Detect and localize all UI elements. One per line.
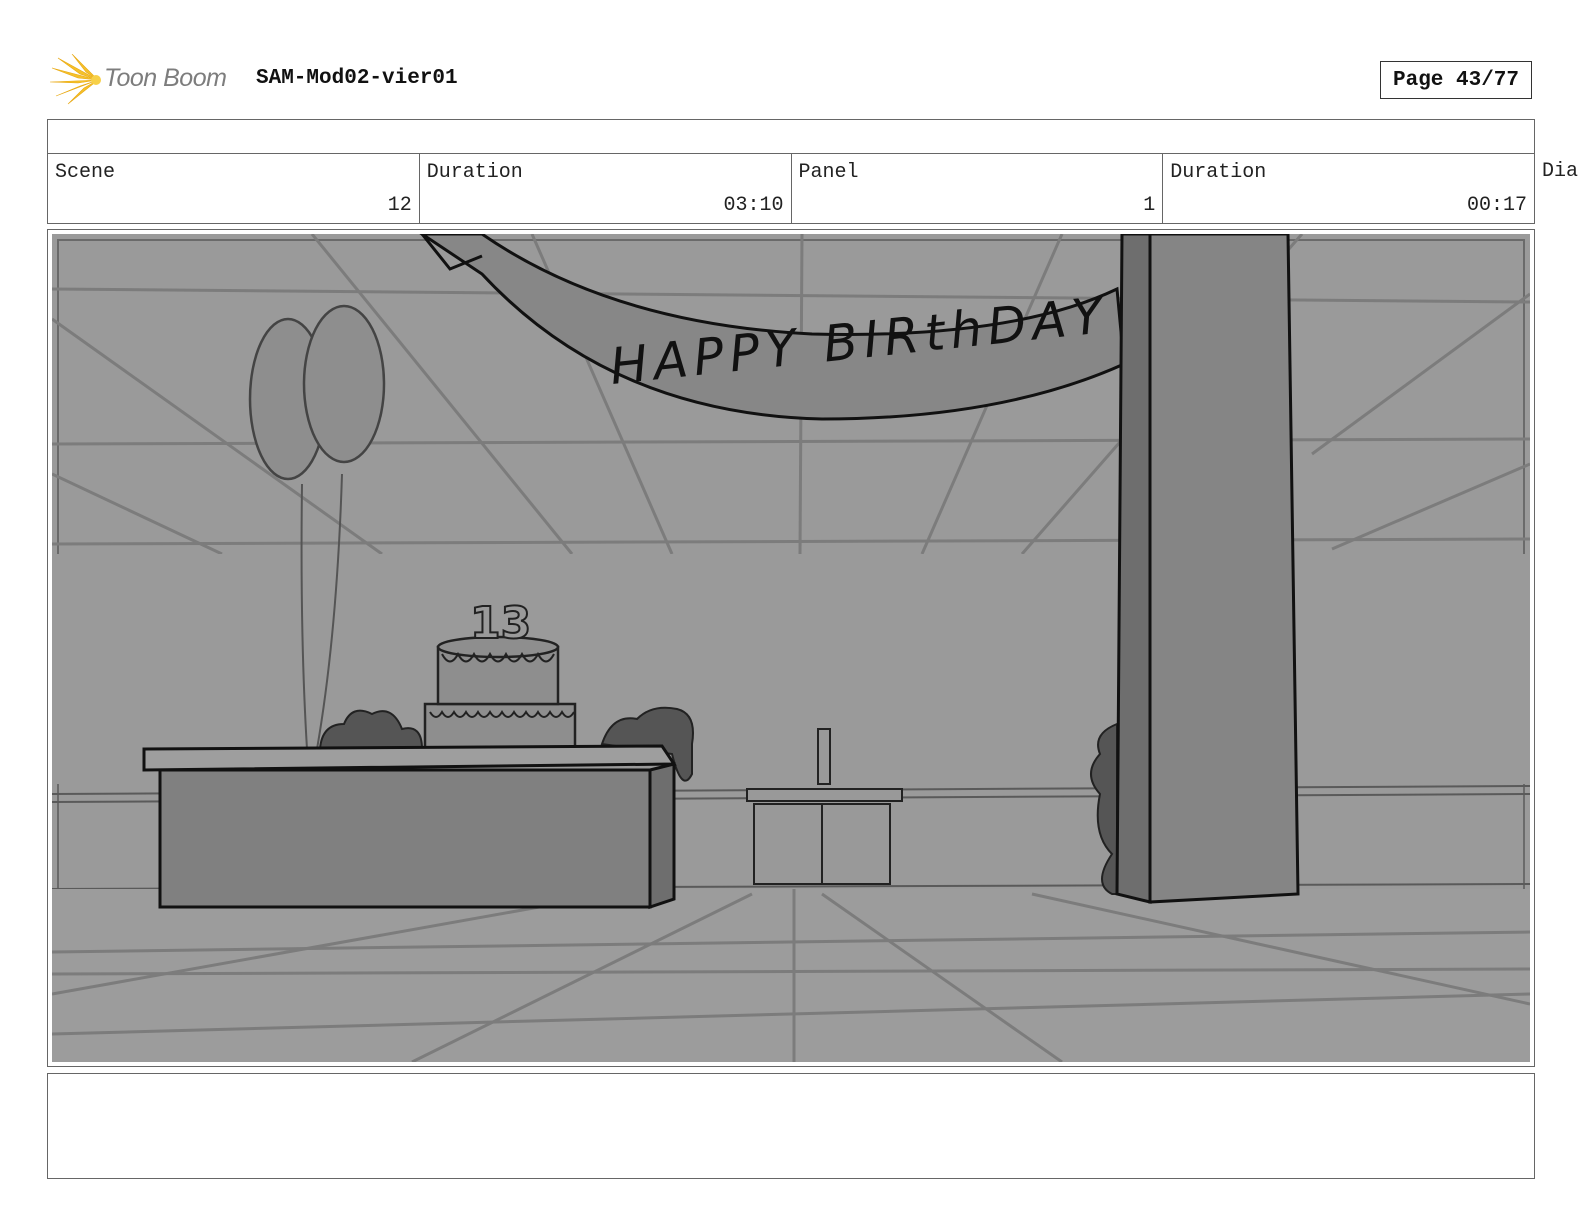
storyboard-sketch: HAPPY BIRthDAY 13 <box>52 234 1530 1062</box>
scene-value: 12 <box>387 194 412 217</box>
panel-duration-label: Duration <box>1170 161 1267 184</box>
cake-number: 13 <box>470 598 531 649</box>
panel-duration-cell: Duration 00:17 <box>1163 154 1534 223</box>
scene-duration-cell: Duration 03:10 <box>420 154 792 223</box>
scene-duration-label: Duration <box>426 161 523 184</box>
project-title: SAM-Mod02-vier01 <box>256 67 458 90</box>
header-blank-row <box>47 119 1535 154</box>
panel-info-row: Scene 12 Duration 03:10 Panel 1 Duration… <box>47 153 1535 224</box>
panel-duration-value: 00:17 <box>1466 194 1527 217</box>
scene-duration-value: 03:10 <box>723 194 784 217</box>
storyboard-panel: HAPPY BIRthDAY 13 <box>47 229 1535 1067</box>
dialog-label-cut: Dia <box>1542 160 1579 183</box>
page-indicator: Page 43/77 <box>1380 61 1532 99</box>
caption-box <box>47 1073 1535 1179</box>
scene-cell: Scene 12 <box>48 154 420 223</box>
panel-cell: Panel 1 <box>792 154 1164 223</box>
brand-name: Toon Boom <box>104 64 227 92</box>
scene-label: Scene <box>55 161 116 184</box>
panel-label: Panel <box>798 161 859 184</box>
panel-value: 1 <box>1143 194 1156 217</box>
